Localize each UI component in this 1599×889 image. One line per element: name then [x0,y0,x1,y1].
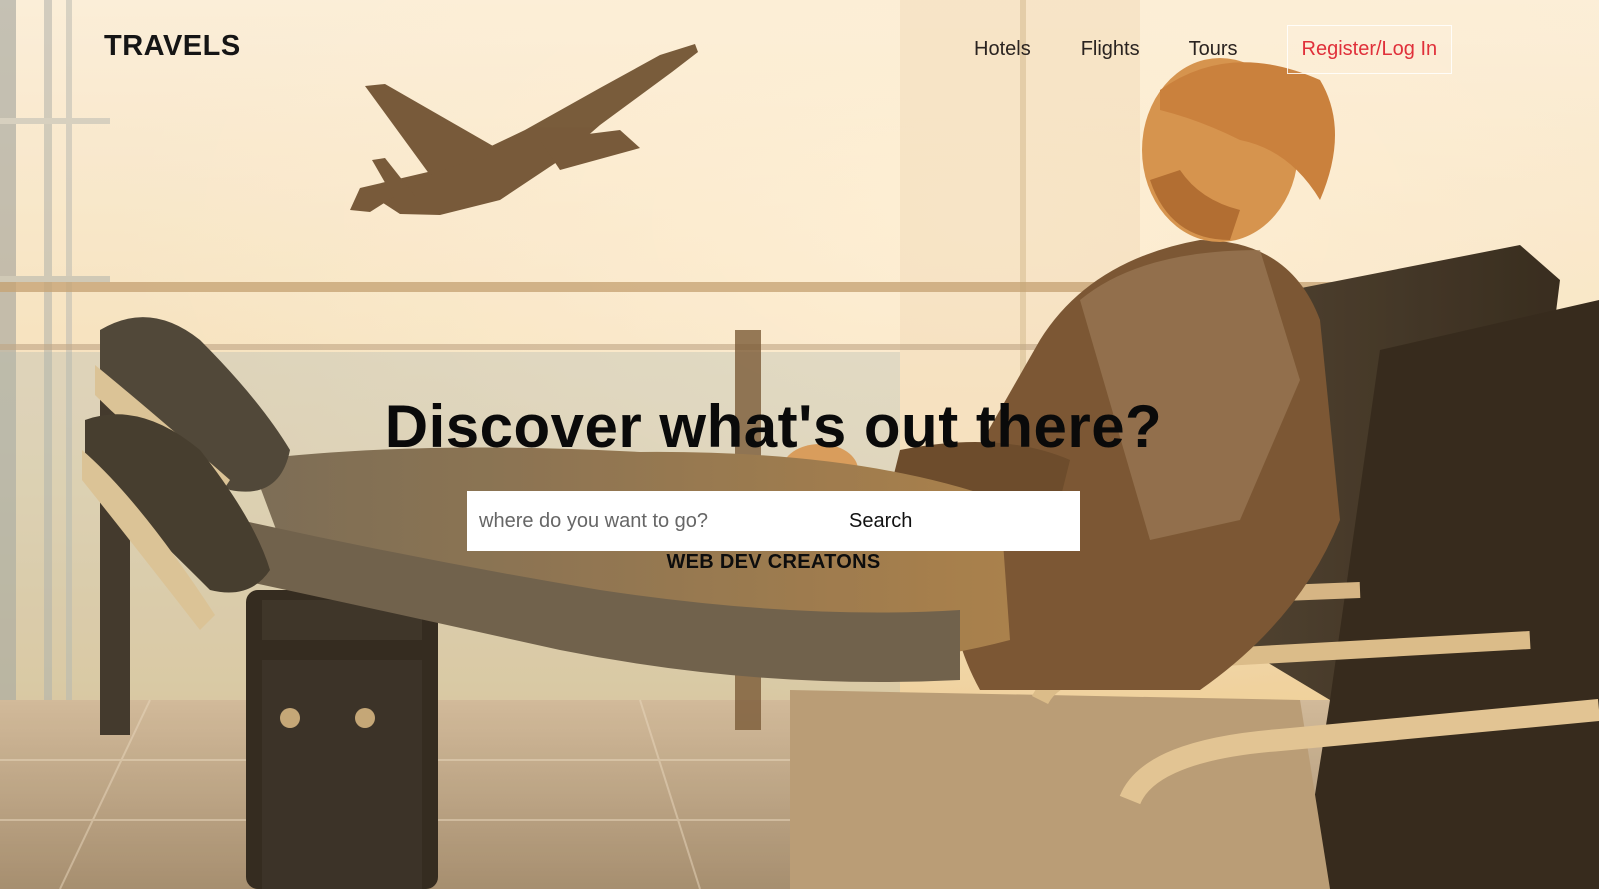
destination-search-input[interactable] [479,492,819,550]
site-logo[interactable]: TRAVELS [104,30,241,63]
search-bar: Search [467,491,1080,551]
nav-link-tours[interactable]: Tours [1189,38,1238,61]
top-navigation-bar: TRAVELS Hotels Flights Tours Register/Lo… [0,0,1599,100]
register-login-button[interactable]: Register/Log In [1286,24,1453,74]
nav-link-hotels[interactable]: Hotels [974,38,1031,61]
hero-section: TRAVELS Hotels Flights Tours Register/Lo… [0,0,1599,889]
credit-text: WEB DEV CREATONS [666,551,881,573]
nav-link-flights[interactable]: Flights [1081,38,1140,61]
main-nav: Hotels Flights Tours Register/Log In [974,24,1453,74]
search-button[interactable]: Search [849,510,912,533]
hero-headline: Discover what's out there? [384,393,1163,460]
